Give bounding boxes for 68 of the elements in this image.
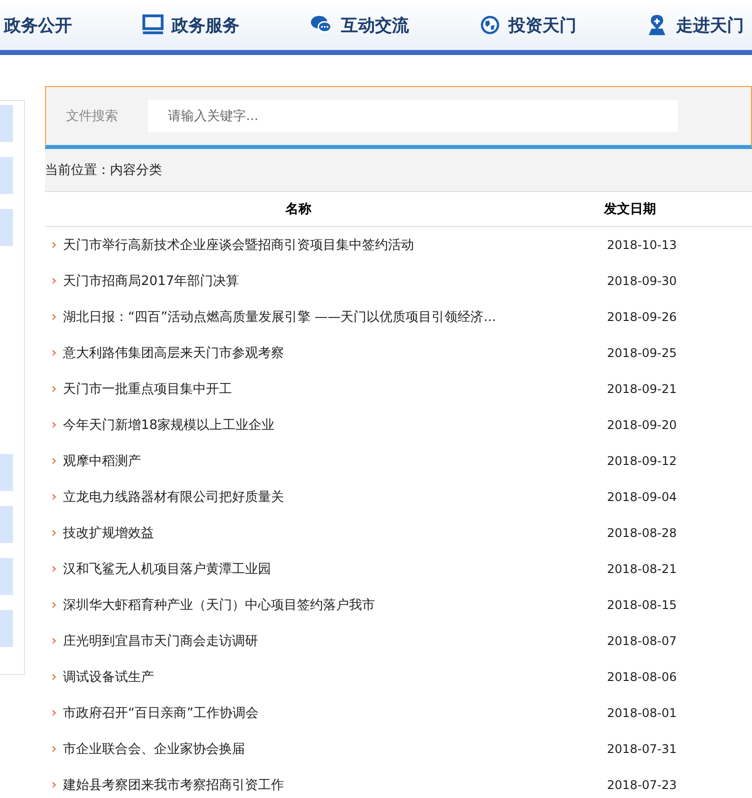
article-link[interactable]: 市政府召开“百日亲商”工作协调会 [63, 704, 607, 722]
date-cell-text: 2018-09-26 [607, 310, 678, 324]
chevron-icon: › [45, 777, 63, 793]
search-label: 文件搜索 [66, 108, 118, 125]
article-link[interactable]: 湖北日报：“四百”活动点燃高质量发展引擎 ——天门以优质项目引领经济... [63, 308, 607, 326]
chevron-icon: › [45, 273, 63, 289]
article-link[interactable]: 深圳华大虾稻育种产业（天门）中心项目签约落户我市 [63, 596, 607, 614]
nav-link[interactable]: 互动交流 [309, 14, 409, 36]
date-cell-text: 2018-08-15 [607, 598, 678, 612]
chevron-icon: › [45, 381, 63, 397]
sidebar-tab[interactable] [0, 157, 13, 194]
breadcrumb: 当前位置：内容分类 [45, 162, 162, 179]
date-cell-text: 2018-08-01 [607, 706, 678, 720]
chevron-icon: › [45, 597, 63, 613]
date-cell-text: 2018-07-31 [607, 742, 678, 756]
date-cell-text: 2018-10-13 [607, 238, 678, 252]
article-link[interactable]: 观摩中稻测产 [63, 452, 607, 470]
sidebar-tab[interactable] [0, 506, 13, 543]
date-cell-text: 2018-08-21 [607, 562, 678, 576]
sidebar-tab[interactable] [0, 105, 13, 142]
chevron-icon: › [45, 741, 63, 757]
chevron-icon: › [45, 237, 63, 253]
chevron-icon: › [45, 633, 63, 649]
chevron-icon: › [45, 345, 63, 361]
nav-link[interactable]: 走进天门 [646, 14, 744, 36]
date-cell-text: 2018-08-07 [607, 634, 678, 648]
article-link[interactable]: 技改扩规增效益 [63, 524, 607, 542]
nav-link[interactable]: 政务服务 [142, 14, 240, 36]
date-cell-text: 2018-09-30 [607, 274, 678, 288]
article-link[interactable]: 天门市一批重点项目集中开工 [63, 380, 607, 398]
chevron-icon: › [45, 453, 63, 469]
chevron-icon: › [45, 561, 63, 577]
chevron-icon: › [45, 489, 63, 505]
date-cell-text: 2018-09-12 [607, 454, 678, 468]
article-link[interactable]: 汉和飞鲨无人机项目落户黄潭工业园 [63, 560, 607, 578]
article-link[interactable]: 庄光明到宜昌市天门商会走访调研 [63, 632, 607, 650]
article-link[interactable]: 调试设备试生产 [63, 668, 607, 686]
article-link[interactable]: 立龙电力线路器材有限公司把好质量关 [63, 488, 607, 506]
sidebar-tab[interactable] [0, 209, 13, 246]
article-link[interactable]: 天门市举行高新技术企业座谈会暨招商引资项目集中签约活动 [63, 236, 607, 254]
date-cell-text: 2018-08-06 [607, 670, 678, 684]
nav-link[interactable]: 政务公开 [4, 14, 72, 36]
article-link[interactable]: 今年天门新增18家规模以上工业企业 [63, 416, 607, 434]
article-link[interactable]: 建始县考察团来我市考察招商引资工作 [63, 776, 607, 794]
sidebar-tab[interactable] [0, 454, 13, 491]
date-cell-text: 2018-09-21 [607, 382, 678, 396]
column-header: 名称 [284, 201, 312, 218]
chevron-icon: › [45, 417, 63, 433]
date-cell-text: 2018-09-25 [607, 346, 678, 360]
article-link[interactable]: 意大利路伟集团高层来天门市参观考察 [63, 344, 607, 362]
chevron-icon: › [45, 705, 63, 721]
chevron-icon: › [45, 309, 63, 325]
monitor-icon [142, 14, 164, 36]
date-cell-text: 2018-08-28 [607, 526, 678, 540]
sidebar-tab[interactable] [0, 558, 13, 595]
date-cell-text: 2018-07-23 [607, 778, 678, 792]
search-field[interactable]: 请输入关键字... [148, 100, 678, 132]
date-cell-text: 2018-09-20 [607, 418, 678, 432]
article-link[interactable]: 天门市招商局2017年部门决算 [63, 272, 607, 290]
article-link[interactable]: 市企业联合会、企业家协会换届 [63, 740, 607, 758]
column-header: 发文日期 [602, 200, 657, 218]
globe-icon [478, 14, 500, 36]
chevron-icon: › [45, 525, 63, 541]
nav-link[interactable]: 投资天门 [478, 14, 576, 36]
location-pin-icon [646, 14, 668, 36]
sidebar-tab[interactable] [0, 610, 13, 647]
date-cell-text: 2018-09-04 [607, 490, 678, 504]
chevron-icon: › [45, 669, 63, 685]
